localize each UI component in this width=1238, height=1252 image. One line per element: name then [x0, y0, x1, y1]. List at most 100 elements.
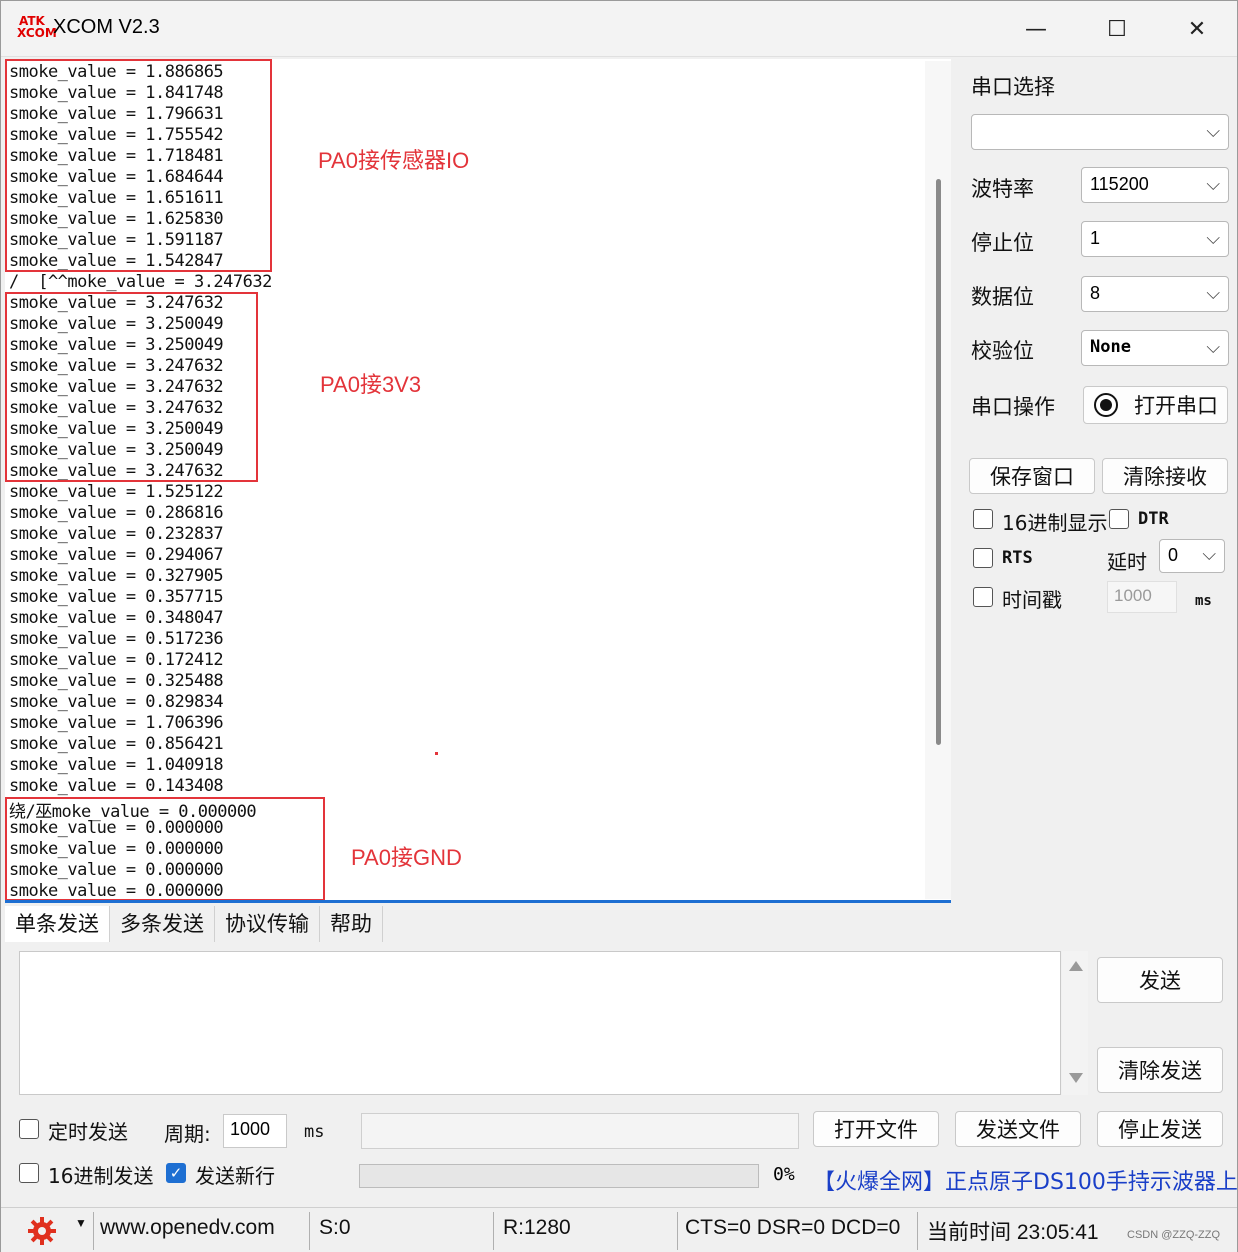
website-link[interactable]: www.openedv.com	[100, 1216, 275, 1248]
xcom-window: ATK XCOM XCOM V2.3 — ☐ ✕ smoke_value = 1…	[0, 0, 1238, 1252]
stopbits-label: 停止位	[971, 231, 1034, 255]
receive-line: smoke_value = 1.040918	[9, 755, 224, 775]
send-scrollbar[interactable]	[1062, 951, 1088, 1095]
status-separator	[677, 1212, 678, 1250]
scroll-down-icon[interactable]	[1069, 1073, 1083, 1083]
receive-line: smoke_value = 0.357715	[9, 587, 224, 607]
stopbits-select[interactable]: 1 ⌵	[1081, 221, 1229, 257]
save-window-button[interactable]: 保存窗口	[969, 458, 1095, 494]
send-tabs: 单条发送 多条发送 协议传输 帮助	[5, 906, 383, 942]
stray-mark	[435, 752, 438, 755]
clear-send-button[interactable]: 清除发送	[1097, 1047, 1223, 1093]
send-textarea[interactable]	[19, 951, 1061, 1095]
scroll-up-icon[interactable]	[1069, 961, 1083, 971]
send-file-button[interactable]: 发送文件	[955, 1111, 1081, 1147]
databits-label: 数据位	[971, 285, 1034, 309]
baud-label: 波特率	[971, 177, 1034, 201]
receive-line: smoke_value = 0.348047	[9, 608, 224, 628]
receive-line: smoke_value = 0.232837	[9, 524, 224, 544]
chevron-down-icon: ⌵	[1206, 174, 1220, 195]
title-bar: ATK XCOM XCOM V2.3 — ☐ ✕	[1, 1, 1237, 57]
receive-line: smoke_value = 0.286816	[9, 503, 224, 523]
rts-checkbox[interactable]	[973, 548, 993, 568]
receive-line: smoke_value = 0.829834	[9, 692, 224, 712]
minimize-button[interactable]: —	[1006, 11, 1066, 47]
receive-line: smoke_value = 0.327905	[9, 566, 224, 586]
hex-display-label: 16进制显示	[1002, 511, 1108, 535]
file-path-field[interactable]	[361, 1113, 799, 1149]
port-status-radio-icon	[1094, 393, 1118, 417]
port-select[interactable]: ⌵	[971, 114, 1229, 150]
annotation-box-gnd	[5, 797, 325, 900]
annotation-box-3v3	[5, 292, 258, 482]
chevron-down-icon: ⌵	[1206, 228, 1220, 249]
receive-scrollbar[interactable]	[925, 61, 951, 899]
newline-checkbox[interactable]: ✓	[166, 1163, 186, 1183]
open-file-button[interactable]: 打开文件	[813, 1111, 939, 1147]
timed-send-label: 定时发送	[48, 1120, 128, 1144]
tab-1[interactable]: 多条发送	[110, 906, 215, 942]
stop-send-button[interactable]: 停止发送	[1097, 1111, 1223, 1147]
period-unit: ms	[304, 1122, 325, 1142]
status-separator	[309, 1212, 310, 1250]
dtr-checkbox[interactable]	[1109, 509, 1129, 529]
tab-2[interactable]: 协议传输	[215, 906, 320, 942]
delay-label: 延时	[1107, 550, 1147, 574]
modem-lines-status: CTS=0 DSR=0 DCD=0	[685, 1216, 901, 1239]
hex-send-checkbox[interactable]	[19, 1163, 39, 1183]
send-button[interactable]: 发送	[1097, 957, 1223, 1003]
receive-scrollbar-thumb[interactable]	[936, 179, 941, 745]
receive-line: smoke_value = 0.517236	[9, 629, 224, 649]
annotation-gnd: PA0接GND	[351, 845, 462, 870]
period-label: 周期:	[164, 1122, 211, 1146]
dtr-label: DTR	[1138, 509, 1169, 529]
send-progress-bar	[359, 1164, 759, 1188]
delay-select[interactable]: 0 ⌵	[1159, 539, 1225, 573]
gear-icon[interactable]	[27, 1216, 57, 1246]
newline-label: 发送新行	[195, 1164, 275, 1188]
period-input[interactable]: 1000	[223, 1114, 287, 1148]
receive-line: / [^^moke_value = 3.247632	[9, 272, 272, 292]
window-title: XCOM V2.3	[53, 16, 160, 38]
send-progress-text: 0%	[773, 1164, 795, 1185]
ad-link[interactable]: 【火爆全网】正点原子DS100手持示波器上市	[813, 1164, 1238, 1196]
tab-3[interactable]: 帮助	[320, 906, 383, 942]
clear-receive-button[interactable]: 清除接收	[1102, 458, 1228, 494]
settings-dropdown-icon[interactable]: ▼	[75, 1216, 87, 1248]
annotation-box-sensor-io	[5, 59, 272, 272]
sent-count: S:0	[319, 1216, 351, 1239]
databits-select[interactable]: 8 ⌵	[1081, 276, 1229, 312]
timestamp-interval-input[interactable]: 1000	[1107, 581, 1177, 613]
port-op-label: 串口操作	[971, 395, 1055, 419]
timestamp-checkbox[interactable]	[973, 587, 993, 607]
hex-display-checkbox[interactable]	[973, 509, 993, 529]
receive-line: smoke_value = 1.706396	[9, 713, 224, 733]
baud-select[interactable]: 115200 ⌵	[1081, 167, 1229, 203]
chevron-down-icon: ⌵	[1206, 337, 1220, 358]
timestamp-label: 时间戳	[1002, 588, 1062, 612]
hex-send-label: 16进制发送	[48, 1164, 154, 1188]
chevron-down-icon: ⌵	[1202, 544, 1216, 565]
receive-line: smoke_value = 0.325488	[9, 671, 224, 691]
annotation-sensor-io: PA0接传感器IO	[318, 148, 470, 173]
timed-send-checkbox[interactable]	[19, 1119, 39, 1139]
maximize-button[interactable]: ☐	[1087, 11, 1147, 47]
close-button[interactable]: ✕	[1167, 11, 1227, 47]
receive-line: smoke_value = 0.143408	[9, 776, 224, 796]
current-time: 当前时间 23:05:41	[927, 1221, 1099, 1244]
atk-logo-icon: ATK XCOM	[17, 14, 57, 40]
receive-line: smoke_value = 0.856421	[9, 734, 224, 754]
status-separator	[917, 1212, 918, 1250]
chevron-down-icon: ⌵	[1206, 121, 1220, 142]
status-separator	[93, 1212, 94, 1250]
received-count: R:1280	[503, 1216, 571, 1239]
timestamp-unit: ms	[1195, 593, 1212, 609]
chevron-down-icon: ⌵	[1206, 283, 1220, 304]
tab-0[interactable]: 单条发送	[5, 906, 110, 942]
parity-label: 校验位	[971, 339, 1034, 363]
rts-label: RTS	[1002, 548, 1033, 568]
open-port-button[interactable]: 打开串口	[1083, 386, 1228, 424]
receive-textarea[interactable]: smoke_value = 1.886865 smoke_value = 1.84…	[5, 59, 951, 903]
status-bar: ▼ www.openedv.com S:0 R:1280 CTS=0 DSR=0…	[1, 1207, 1237, 1252]
parity-select[interactable]: None ⌵	[1081, 330, 1229, 366]
